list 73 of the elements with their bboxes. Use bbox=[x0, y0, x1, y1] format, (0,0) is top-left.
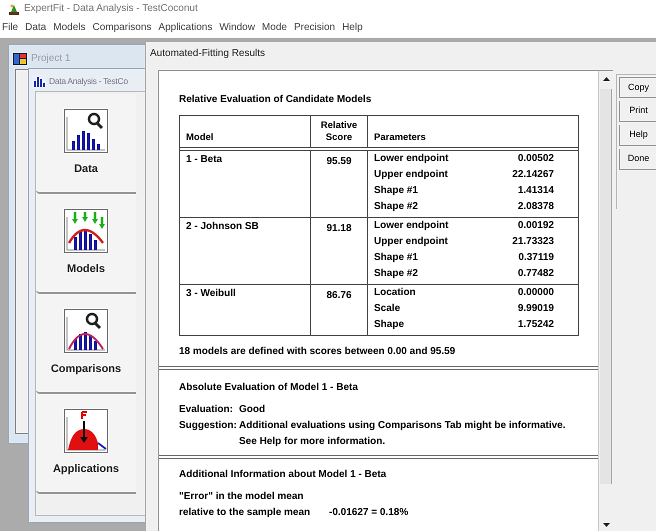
table-cell: 2 - Johnson SB bbox=[186, 221, 259, 232]
tab[interactable]: Data bbox=[36, 94, 136, 194]
menu-item[interactable]: Help bbox=[342, 20, 363, 35]
table-cell: 0.00502 bbox=[518, 153, 554, 165]
table-cell: Upper endpoint bbox=[374, 236, 448, 248]
table-cell-text: 91.18 bbox=[326, 223, 352, 236]
field-label: "Error" in the model mean bbox=[179, 491, 305, 504]
dialog-title: Automated-Fitting Results bbox=[150, 47, 266, 61]
table-cell: 0.00000 bbox=[518, 287, 554, 299]
table-cell: 1 - Beta bbox=[186, 154, 222, 165]
field-value: -0.01627 = 0.18% bbox=[329, 507, 408, 519]
table-cell: Upper endpoint bbox=[374, 169, 448, 181]
menu-item[interactable]: Window bbox=[219, 20, 255, 35]
tab[interactable]: Applications bbox=[36, 394, 136, 494]
table-cell: Shape #2 bbox=[374, 201, 418, 213]
data-chart-icon bbox=[64, 108, 108, 153]
table-cell: Lower endpoint bbox=[374, 153, 448, 165]
column-header: Relative Score bbox=[320, 120, 358, 144]
menu-item[interactable]: Comparisons bbox=[92, 20, 152, 35]
menu-item[interactable]: Data bbox=[25, 20, 46, 35]
summary-text: 18 models are defined with scores between 0.00 and 95.59 bbox=[179, 346, 456, 358]
table-cell: 0.37119 bbox=[518, 252, 554, 264]
table-cell: 0.77482 bbox=[518, 268, 554, 280]
section-heading: Relative Evaluation of Candidate Models bbox=[179, 94, 372, 106]
window-title: ExpertFit - Data Analysis - TestCoconut bbox=[24, 2, 198, 16]
comparisons-chart-icon bbox=[64, 308, 108, 353]
table-cell: 1.75242 bbox=[518, 319, 554, 331]
column-header: Model bbox=[186, 132, 214, 144]
table-cell: 0.00192 bbox=[518, 220, 554, 232]
table-cell: 1.41314 bbox=[518, 185, 554, 197]
section-heading: Absolute Evaluation of Model 1 - Beta bbox=[179, 382, 359, 394]
field-label: Evaluation: bbox=[179, 404, 234, 417]
menu-item[interactable]: Applications bbox=[158, 20, 212, 35]
field-value: See Help for more information. bbox=[239, 436, 386, 449]
tab[interactable]: Comparisons bbox=[36, 294, 136, 394]
table-cell: Shape bbox=[374, 319, 404, 331]
project-icon bbox=[13, 52, 27, 64]
table-cell: 21.73323 bbox=[512, 236, 554, 248]
histogram-icon bbox=[32, 75, 46, 88]
tab[interactable]: Models bbox=[36, 194, 136, 294]
menu-item[interactable]: Models bbox=[53, 20, 86, 35]
table-cell: 2.08378 bbox=[518, 201, 554, 213]
table-cell: Shape #2 bbox=[374, 268, 418, 280]
column-header: Parameters bbox=[374, 132, 426, 144]
scroll-up-icon[interactable] bbox=[603, 77, 610, 81]
dialog-button[interactable]: Copy bbox=[619, 77, 656, 98]
field-label: relative to the sample mean bbox=[179, 507, 312, 519]
models-chart-icon bbox=[64, 208, 108, 253]
table-cell-text: 86.76 bbox=[326, 290, 352, 303]
dialog-button[interactable]: Done bbox=[619, 149, 656, 170]
table-cell: Shape #1 bbox=[374, 252, 418, 264]
menu-item[interactable]: Precision bbox=[294, 20, 336, 35]
menu-item[interactable]: File bbox=[2, 20, 18, 35]
table-cell: Location bbox=[374, 287, 416, 299]
dialog-button[interactable]: Help bbox=[619, 125, 656, 146]
menu-item[interactable]: Mode bbox=[262, 20, 287, 35]
field-label: Suggestion: bbox=[179, 420, 238, 433]
table-cell: 3 - Weibull bbox=[186, 288, 236, 299]
scroll-down-icon[interactable] bbox=[603, 523, 610, 527]
field-value: Good bbox=[239, 404, 266, 417]
section-heading: Additional Information about Model 1 - Beta bbox=[179, 469, 388, 481]
table-cell: Scale bbox=[374, 303, 400, 315]
window-title: Data Analysis - TestCo bbox=[49, 75, 128, 88]
field-value: Additional evaluations using Comparisons Tab might be informative. bbox=[239, 420, 566, 433]
app-icon bbox=[8, 2, 20, 14]
table-cell: 9.99019 bbox=[518, 303, 554, 315]
dialog-button[interactable]: Print bbox=[619, 101, 656, 122]
table-cell: Shape #1 bbox=[374, 185, 418, 197]
applications-chart-icon bbox=[64, 408, 108, 453]
table-cell: 22.14267 bbox=[512, 169, 554, 181]
table-cell-text: 95.59 bbox=[326, 156, 352, 169]
window-title: Project 1 bbox=[31, 52, 70, 66]
table-cell: Lower endpoint bbox=[374, 220, 448, 232]
